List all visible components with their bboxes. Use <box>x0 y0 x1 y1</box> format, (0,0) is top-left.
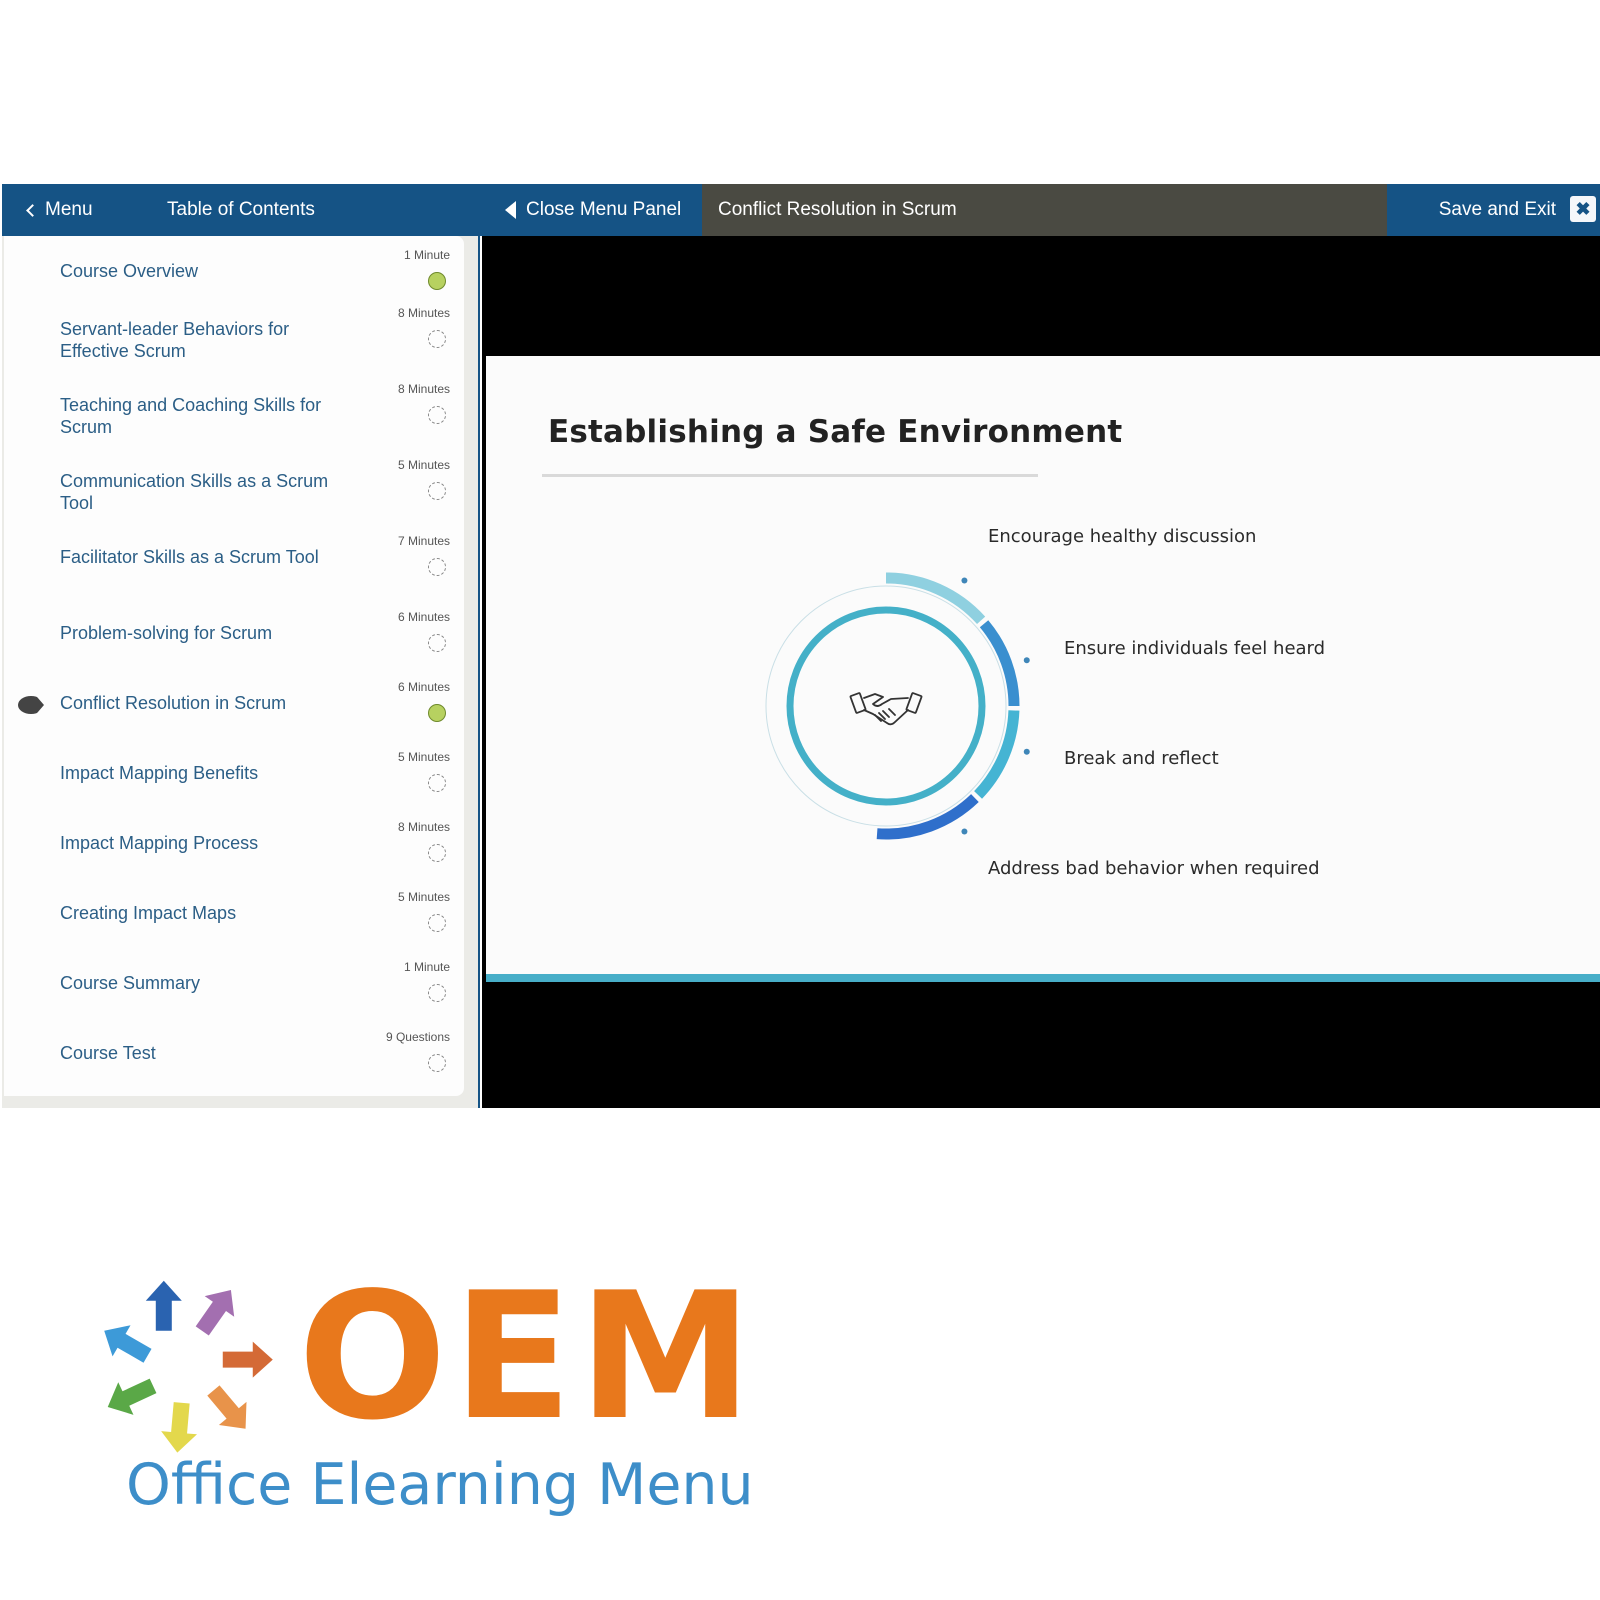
menu-back-label: Menu <box>45 199 93 220</box>
close-menu-panel-label: Close Menu Panel <box>526 199 682 220</box>
not-started-status-icon <box>428 1054 446 1072</box>
bullet-dot <box>1023 657 1030 664</box>
course-player-app: Menu Table of Contents Close Menu Panel … <box>2 184 1600 1108</box>
toc-item[interactable]: Conflict Resolution in Scrum 6 Minutes <box>4 668 464 736</box>
toc-item-title: Servant-leader Behaviors for Effective S… <box>60 319 290 361</box>
not-started-status-icon <box>428 914 446 932</box>
table-of-contents-panel: Course Overview 1 Minute Servant-leader Be… <box>2 236 480 1108</box>
save-and-exit-button[interactable]: Save and Exit <box>1439 199 1556 221</box>
not-started-status-icon <box>428 984 446 1002</box>
outer-thin-ring <box>765 585 1007 827</box>
not-started-status-icon <box>428 482 446 500</box>
toc-item[interactable]: Teaching and Coaching Skills for Scrum 8 … <box>4 370 464 438</box>
chevron-left-icon <box>26 203 39 217</box>
toc-item-title: Course Test <box>60 1043 156 1063</box>
current-item-marker-icon <box>18 696 44 714</box>
toc-item-duration: 5 Minutes <box>397 890 450 904</box>
toc-item[interactable]: Impact Mapping Process 8 Minutes <box>4 808 464 876</box>
toc-item[interactable]: Facilitator Skills as a Scrum Tool 7 Minu… <box>4 522 464 590</box>
toc-item[interactable]: Communication Skills as a Scrum Tool 5 Mi… <box>4 446 464 514</box>
toc-item-duration: 5 Minutes <box>397 458 450 472</box>
completed-status-icon <box>428 704 446 722</box>
logo-arrow <box>104 1325 152 1363</box>
toc-item-title: Teaching and Coaching Skills for Scrum <box>60 395 322 437</box>
point-label: Break and reflect <box>1064 748 1219 769</box>
slide-bottom-accent <box>486 974 1600 982</box>
ring-diagram <box>765 572 1030 840</box>
caret-left-icon <box>505 201 516 219</box>
logo-arrow <box>207 1385 247 1429</box>
not-started-status-icon <box>428 774 446 792</box>
title-divider <box>542 474 1038 477</box>
logo-arrow <box>195 1290 235 1336</box>
ring-segments <box>876 572 1020 840</box>
toc-item-duration: 9 Questions <box>385 1030 450 1044</box>
course-title-bar: Conflict Resolution in Scrum <box>702 184 1387 236</box>
toc-item[interactable]: Servant-leader Behaviors for Effective S… <box>4 294 464 362</box>
not-started-status-icon <box>428 330 446 348</box>
toc-item-duration: 8 Minutes <box>397 382 450 396</box>
completed-status-icon <box>428 272 446 290</box>
toc-item[interactable]: Course Summary 1 Minute <box>4 948 464 1016</box>
logo-mark: OEM <box>298 1256 759 1459</box>
logo-arrow <box>145 1280 182 1331</box>
toc-item-title: Impact Mapping Process <box>60 833 259 853</box>
close-menu-panel-button[interactable]: Close Menu Panel <box>505 199 681 221</box>
toc-item[interactable]: Course Test 9 Questions <box>4 1018 464 1086</box>
toc-item-duration: 6 Minutes <box>397 610 450 624</box>
inner-ring <box>786 606 986 806</box>
menu-back-button[interactable]: Menu <box>24 199 93 221</box>
bullet-dot <box>961 577 968 584</box>
toc-item[interactable]: Impact Mapping Benefits 5 Minutes <box>4 738 464 806</box>
toc-panel-background: Course Overview 1 Minute Servant-leader Be… <box>2 236 478 1108</box>
slide: Establishing a Safe Environment Encourag… <box>486 356 1600 974</box>
not-started-status-icon <box>428 406 446 424</box>
toc-item-title: Facilitator Skills as a Scrum Tool <box>60 547 319 567</box>
toc-item-title: Communication Skills as a Scrum Tool <box>60 471 329 513</box>
toc-header: Menu Table of Contents Close Menu Panel <box>2 184 702 236</box>
toc-list[interactable]: Course Overview 1 Minute Servant-leader Be… <box>4 236 464 1096</box>
arrows-cycle-icon <box>104 1280 273 1453</box>
course-title: Conflict Resolution in Scrum <box>718 199 957 220</box>
toc-item-title: Course Overview <box>60 261 199 281</box>
logo-arrow <box>222 1341 273 1378</box>
toc-item-duration: 1 Minute <box>403 960 450 974</box>
point-label: Ensure individuals feel heard <box>1064 638 1326 659</box>
toc-item-title: Course Summary <box>60 973 201 993</box>
toc-item-title: Impact Mapping Benefits <box>60 763 259 783</box>
toc-item-title: Problem-solving for Scrum <box>60 623 273 643</box>
bullet-dot <box>961 828 968 835</box>
close-icon[interactable]: ✖ <box>1570 196 1596 222</box>
logo-arrow <box>161 1402 198 1453</box>
toc-item-duration: 1 Minute <box>403 248 450 262</box>
oem-logo: OEM Office Elearning Menu <box>80 1270 754 1550</box>
save-exit-area: Save and Exit ✖ <box>1387 184 1600 236</box>
slide-title: Establishing a Safe Environment <box>548 414 1123 450</box>
toc-item-title: Conflict Resolution in Scrum <box>60 693 287 713</box>
toc-title: Table of Contents <box>167 199 315 220</box>
top-bar: Menu Table of Contents Close Menu Panel … <box>2 184 1600 236</box>
point-label: Encourage healthy discussion <box>988 526 1257 547</box>
toc-item-duration: 8 Minutes <box>397 306 450 320</box>
not-started-status-icon <box>428 634 446 652</box>
not-started-status-icon <box>428 844 446 862</box>
slide-player: Establishing a Safe Environment Encourag… <box>482 236 1600 1108</box>
not-started-status-icon <box>428 558 446 576</box>
logo-tagline: Office Elearning Menu <box>126 1452 754 1518</box>
point-label: Address bad behavior when required <box>988 858 1320 879</box>
bullet-dot <box>1023 748 1030 755</box>
toc-item-duration: 7 Minutes <box>397 534 450 548</box>
toc-item-duration: 5 Minutes <box>397 750 450 764</box>
toc-item[interactable]: Creating Impact Maps 5 Minutes <box>4 878 464 946</box>
toc-item-duration: 6 Minutes <box>397 680 450 694</box>
handshake-icon <box>849 692 923 726</box>
toc-item[interactable]: Problem-solving for Scrum 6 Minutes <box>4 598 464 666</box>
toc-item-title: Creating Impact Maps <box>60 903 237 923</box>
toc-item-duration: 8 Minutes <box>397 820 450 834</box>
logo-arrow <box>107 1378 157 1415</box>
